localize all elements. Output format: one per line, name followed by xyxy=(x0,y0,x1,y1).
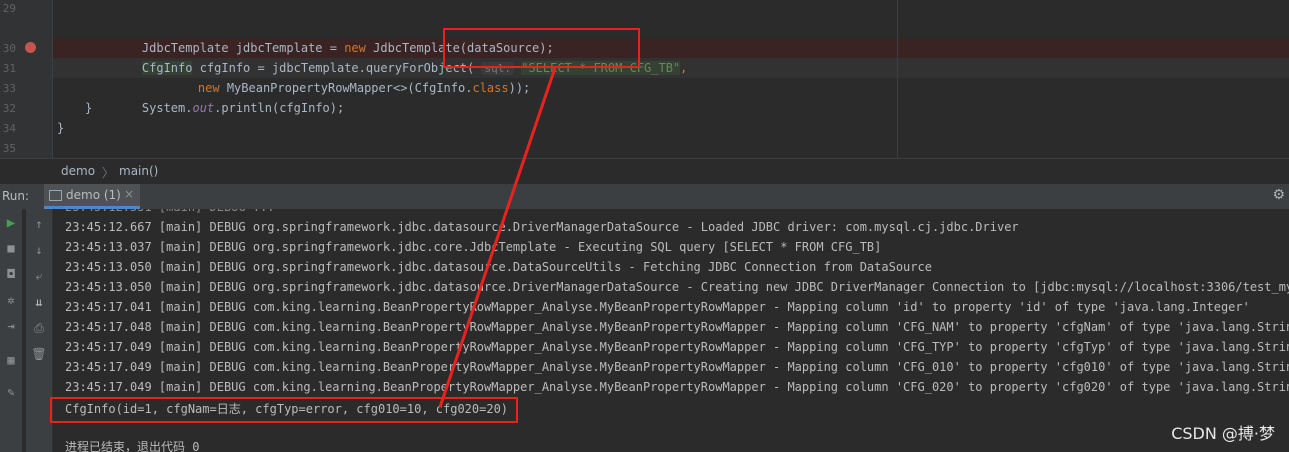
annotation-arrow-line xyxy=(438,67,557,408)
annotation-arrow xyxy=(438,67,557,408)
watermark: CSDN @搏·梦 xyxy=(1171,424,1275,443)
